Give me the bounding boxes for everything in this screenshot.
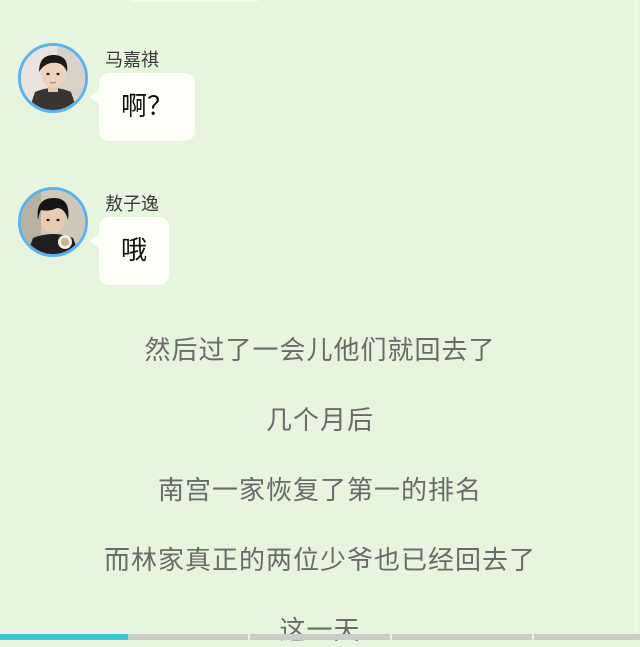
narration-line: 而林家真正的两位少爷也已经回去了 xyxy=(103,546,536,576)
avatar[interactable] xyxy=(18,43,88,113)
scroll-edge xyxy=(635,0,638,634)
sender-name: 马嘉祺 xyxy=(105,50,159,71)
person-avatar-icon xyxy=(21,46,85,110)
message-bubble[interactable]: 啊？ xyxy=(89,73,196,141)
narration-line: 然后过了一会儿他们就回去了 xyxy=(144,336,496,366)
narration-line: 这一天 xyxy=(279,616,361,646)
message-bubble[interactable]: 哦 xyxy=(89,217,170,285)
chat-message: 敖子逸 哦 xyxy=(18,187,418,307)
reading-progress-fill xyxy=(0,634,128,640)
reading-progress-bar[interactable] xyxy=(0,634,640,640)
narration-line: 几个月后 xyxy=(265,406,374,436)
top-divider xyxy=(130,0,258,2)
progress-segment-divider xyxy=(390,634,392,640)
narration-line: 南宫一家恢复了第一的排名 xyxy=(157,476,482,506)
chat-message: 马嘉祺 啊？ xyxy=(18,43,418,163)
progress-segment-divider xyxy=(532,634,534,640)
avatar[interactable] xyxy=(18,187,88,257)
sender-name: 敖子逸 xyxy=(105,194,159,215)
person-avatar-icon xyxy=(21,190,85,254)
progress-segment-divider xyxy=(248,634,250,640)
